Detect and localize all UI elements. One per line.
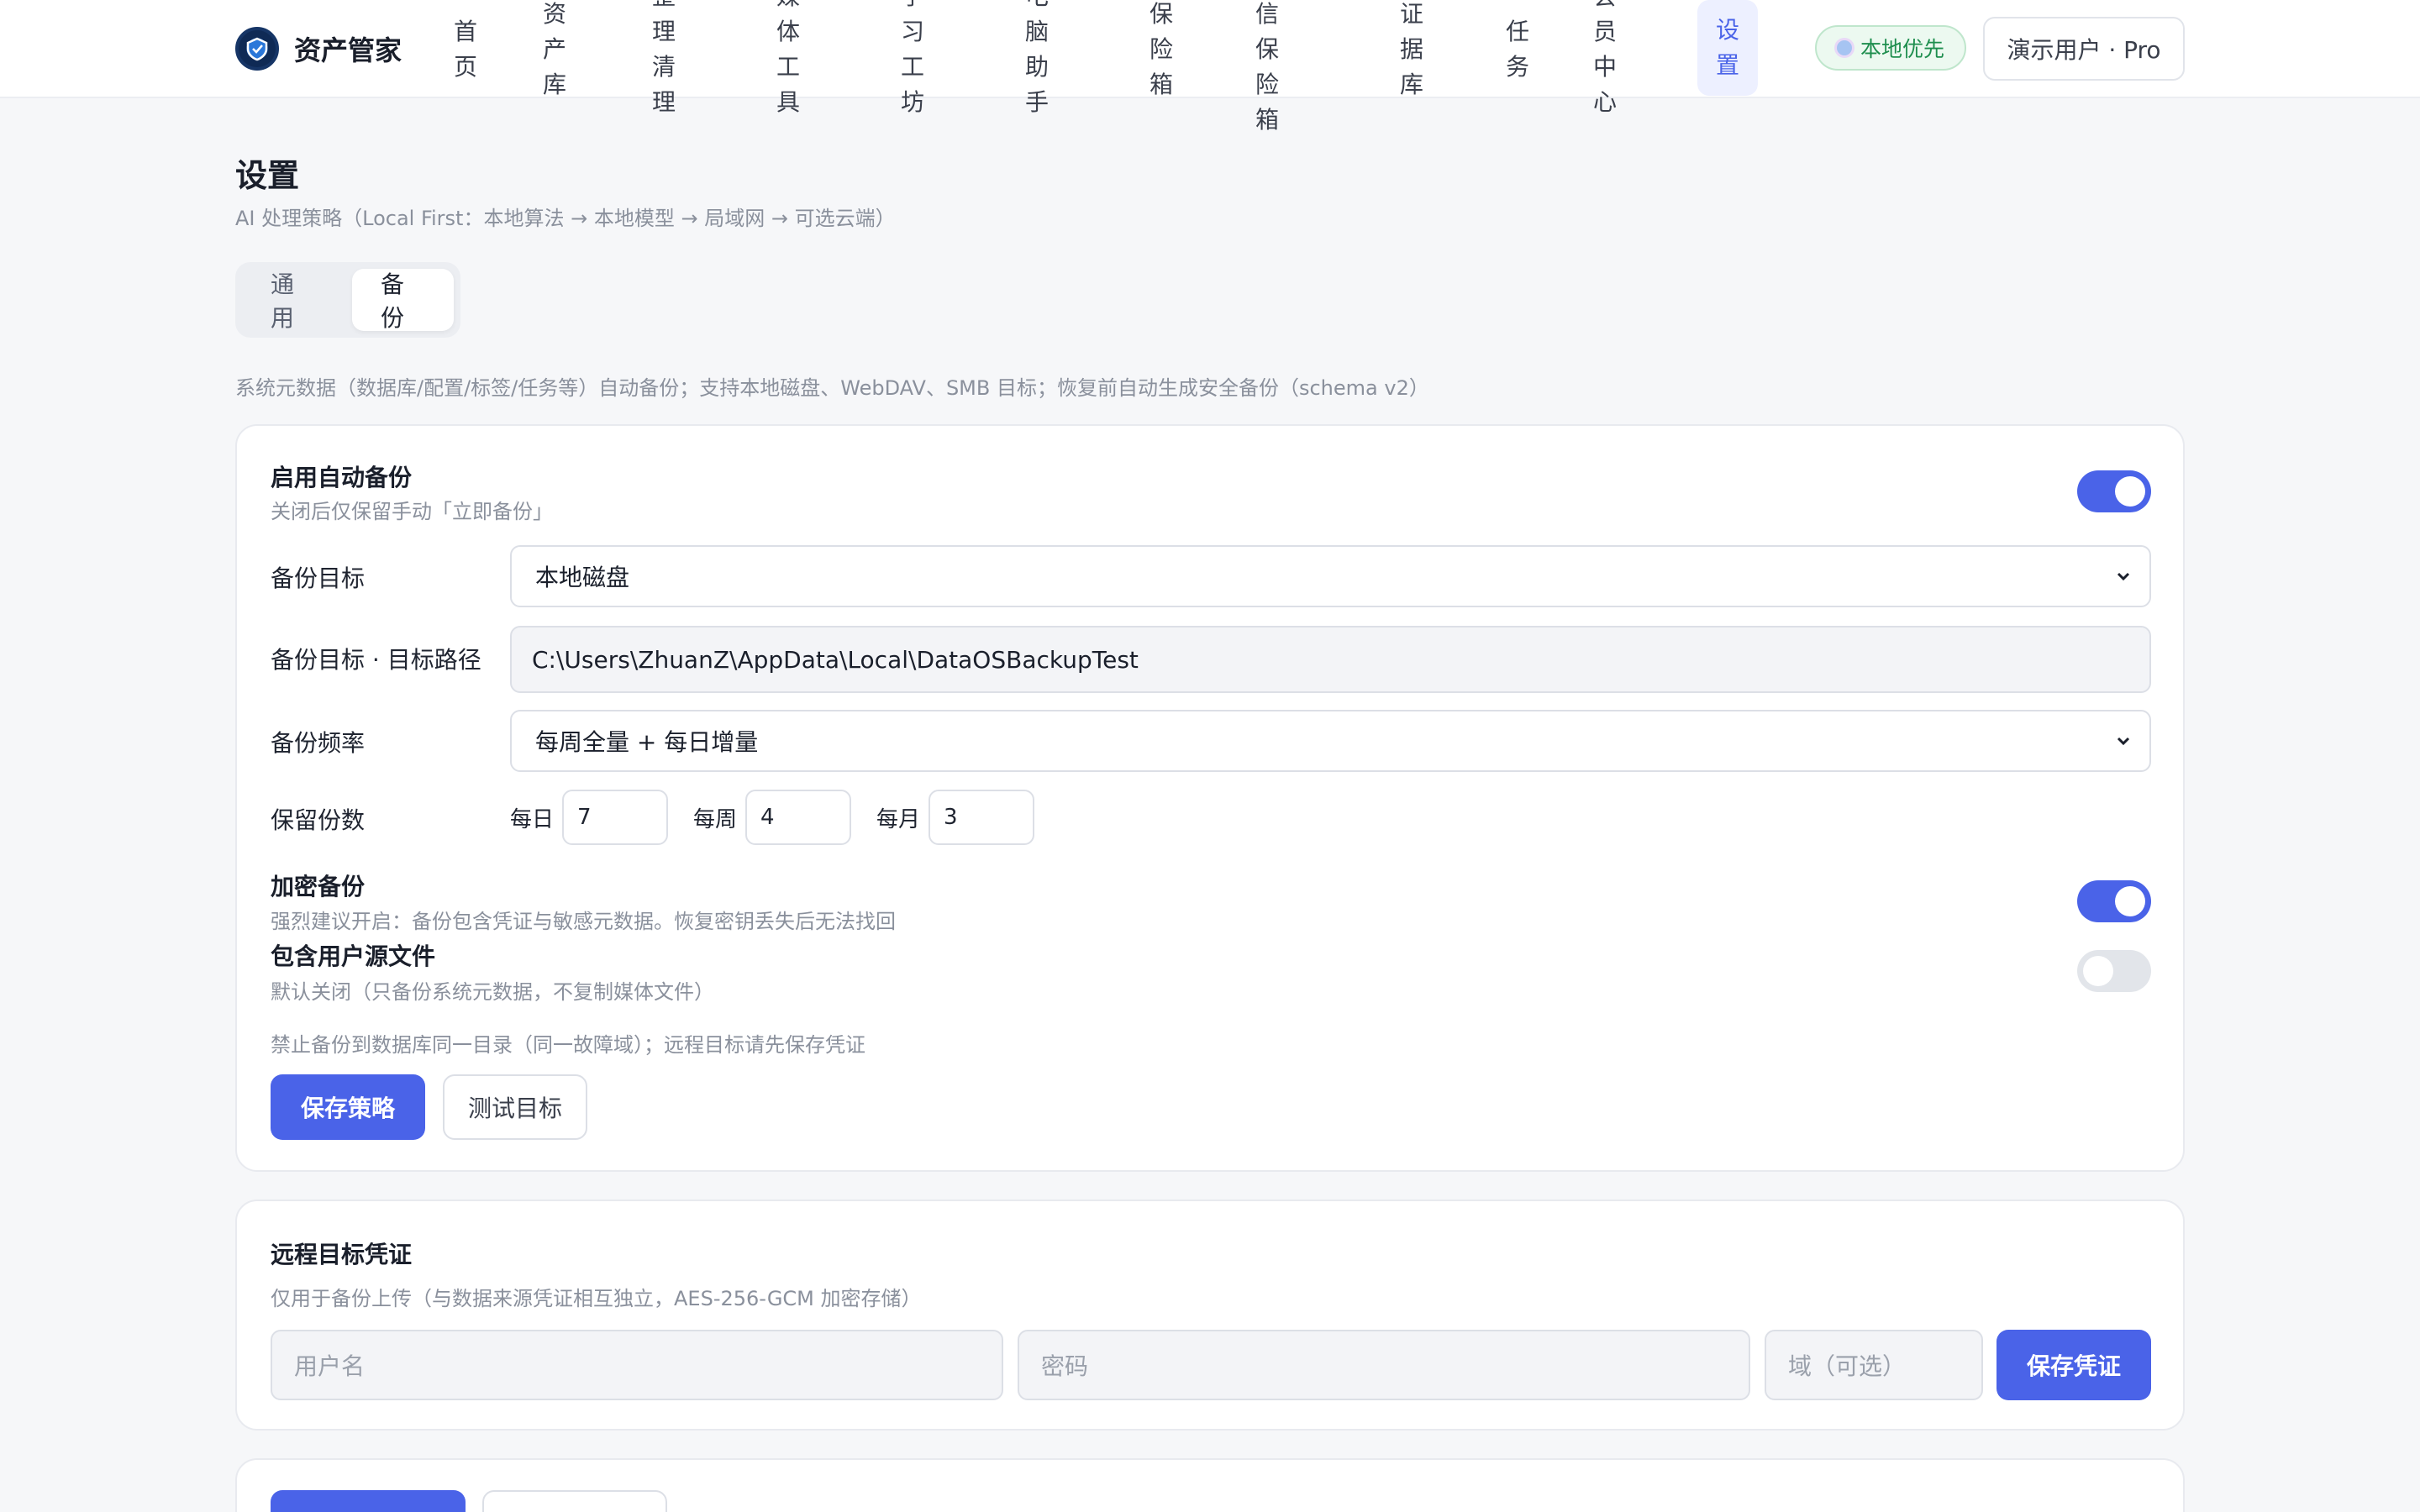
encrypt-backup-title: 加密备份 bbox=[271, 873, 366, 900]
include-source-title: 包含用户源文件 bbox=[271, 942, 436, 970]
save-policy-button[interactable]: 保存策略 bbox=[271, 1074, 425, 1140]
backup-target-select[interactable]: 本地磁盘 bbox=[510, 545, 2151, 607]
encrypt-backup-hint: 强烈建议开启：备份包含凭证与敏感元数据。恢复密钥丢失后无法找回 bbox=[271, 910, 896, 933]
remote-credentials-card: 远程目标凭证 仅用于备份上传（与数据来源凭证相互独立，AES-256-GCM 加… bbox=[235, 1200, 2185, 1431]
top-navigation-bar: 资产管家 首页 资产库 整理清理 媒体工具 学习工坊 电脑助手 保险箱 微信保险… bbox=[0, 0, 2420, 134]
brand[interactable]: 资产管家 bbox=[235, 25, 402, 72]
backup-target-value: 本地磁盘 bbox=[535, 564, 630, 591]
include-source-hint: 默认关闭（只备份系统元数据，不复制媒体文件） bbox=[271, 980, 714, 1004]
nav-label: 置 bbox=[1716, 51, 1740, 79]
nav-label: 页 bbox=[454, 52, 478, 81]
keep-weekly-label: 每周 bbox=[693, 806, 738, 832]
retention-label: 保留份数 bbox=[271, 806, 366, 834]
nav-item-media-tools[interactable]: 媒体工具 bbox=[758, 0, 818, 116]
backup-section-description: 系统元数据（数据库/配置/标签/任务等）自动备份；支持本地磁盘、WebDAV、S… bbox=[235, 376, 1429, 400]
tab-general[interactable]: 通用 bbox=[242, 269, 344, 332]
backup-target-label: 备份目标 bbox=[271, 564, 366, 592]
nav-item-pc-assistant[interactable]: 电脑助手 bbox=[1007, 0, 1067, 116]
user-menu-button[interactable]: 演示用户 · Pro bbox=[1983, 17, 2185, 81]
backup-frequency-select[interactable]: 每周全量 + 每日增量 bbox=[510, 710, 2151, 772]
auto-backup-hint: 关闭后仅保留手动「立即备份」 bbox=[271, 500, 553, 523]
backup-warning: 禁止备份到数据库同一目录（同一故障域）；远程目标请先保存凭证 bbox=[271, 1033, 865, 1057]
retention-inputs: 每日 7 每周 4 每月 3 bbox=[510, 790, 1060, 845]
secondary-action-button[interactable] bbox=[482, 1490, 667, 1512]
nav-item-vault[interactable]: 保险箱 bbox=[1131, 0, 1192, 98]
nav-label: 会员中 bbox=[1593, 0, 1618, 81]
primary-action-button[interactable] bbox=[271, 1490, 466, 1512]
nav-label: 理 bbox=[652, 87, 676, 116]
nav-label: 微信保 bbox=[1255, 0, 1280, 63]
include-source-toggle[interactable] bbox=[2077, 950, 2151, 992]
nav-label: 手 bbox=[1025, 87, 1050, 116]
nav-item-assets[interactable]: 资产库 bbox=[524, 0, 585, 98]
page-title: 设置 bbox=[235, 157, 300, 194]
credentials-title: 远程目标凭证 bbox=[271, 1241, 413, 1268]
nav-label: 箱 bbox=[1150, 70, 1174, 98]
username-input[interactable]: 用户名 bbox=[271, 1330, 1003, 1400]
backup-frequency-label: 备份频率 bbox=[271, 729, 366, 757]
save-credentials-button[interactable]: 保存凭证 bbox=[1996, 1330, 2151, 1400]
nav-label: 库 bbox=[543, 70, 567, 98]
nav-item-settings[interactable]: 设置 bbox=[1697, 0, 1759, 96]
backup-policy-card: 启用自动备份 关闭后仅保留手动「立即备份」 备份目标 本地磁盘 备份目标 · 目… bbox=[235, 424, 2185, 1172]
nav-label: 任 bbox=[1506, 17, 1530, 45]
auto-backup-toggle[interactable] bbox=[2077, 470, 2151, 512]
brand-name: 资产管家 bbox=[294, 34, 402, 66]
keep-monthly-input[interactable]: 3 bbox=[929, 790, 1035, 845]
nav-label: 整理清 bbox=[652, 0, 676, 81]
target-path-label: 备份目标 · 目标路径 bbox=[271, 646, 481, 674]
nav-label: 电脑助 bbox=[1025, 0, 1050, 81]
nav-label: 保险 bbox=[1150, 0, 1174, 63]
local-first-badge: 本地优先 bbox=[1815, 25, 1966, 71]
nav-label: 心 bbox=[1593, 87, 1618, 116]
nav-item-membership[interactable]: 会员中心 bbox=[1575, 0, 1635, 116]
nav-label: 首 bbox=[454, 17, 478, 45]
nav-label: 资产 bbox=[543, 0, 567, 63]
test-target-button[interactable]: 测试目标 bbox=[443, 1074, 587, 1140]
target-path-input[interactable]: C:\Users\ZhuanZ\AppData\Local\DataOSBack… bbox=[510, 626, 2151, 693]
nav-label: 库 bbox=[1400, 70, 1424, 98]
backup-frequency-value: 每周全量 + 每日增量 bbox=[535, 728, 759, 756]
tab-backup[interactable]: 备份 bbox=[352, 269, 454, 332]
chevron-down-icon bbox=[2117, 737, 2130, 746]
credentials-hint: 仅用于备份上传（与数据来源凭证相互独立，AES-256-GCM 加密存储） bbox=[271, 1287, 922, 1310]
nav-label: 设 bbox=[1716, 16, 1740, 44]
nav-item-tasks[interactable]: 任务 bbox=[1487, 0, 1548, 98]
keep-monthly-label: 每月 bbox=[876, 806, 921, 832]
nav-label: 媒体工 bbox=[776, 0, 801, 81]
nav-label: 学习工 bbox=[901, 0, 925, 81]
domain-input[interactable]: 域（可选） bbox=[1765, 1330, 1983, 1400]
local-badge-label: 本地优先 bbox=[1860, 37, 1944, 61]
nav-label: 险箱 bbox=[1255, 70, 1280, 134]
nav-item-home[interactable]: 首页 bbox=[435, 0, 496, 98]
keep-daily-label: 每日 bbox=[510, 806, 555, 832]
keep-weekly-input[interactable]: 4 bbox=[745, 790, 852, 845]
local-status-icon bbox=[1836, 40, 1852, 55]
nav-item-learning[interactable]: 学习工坊 bbox=[882, 0, 943, 116]
nav-label: 证据 bbox=[1400, 0, 1424, 63]
chevron-down-icon bbox=[2117, 572, 2130, 581]
encrypt-backup-toggle[interactable] bbox=[2077, 880, 2151, 922]
nav-label: 务 bbox=[1506, 52, 1530, 81]
settings-tabs: 通用 备份 bbox=[235, 262, 460, 338]
nav-item-evidence[interactable]: 证据库 bbox=[1381, 0, 1442, 98]
password-input[interactable]: 密码 bbox=[1018, 1330, 1750, 1400]
nav-item-cleanup[interactable]: 整理清理 bbox=[634, 0, 694, 116]
nav-label: 坊 bbox=[901, 87, 925, 116]
app-logo-icon bbox=[235, 27, 279, 71]
nav-label: 具 bbox=[776, 87, 801, 116]
page-subtitle: AI 处理策略（Local First：本地算法 → 本地模型 → 局域网 → … bbox=[235, 207, 896, 230]
keep-daily-input[interactable]: 7 bbox=[562, 790, 669, 845]
backup-actions-card bbox=[235, 1458, 2185, 1512]
nav-item-wechat-vault[interactable]: 微信保险箱 bbox=[1237, 0, 1297, 134]
auto-backup-title: 启用自动备份 bbox=[271, 464, 413, 491]
